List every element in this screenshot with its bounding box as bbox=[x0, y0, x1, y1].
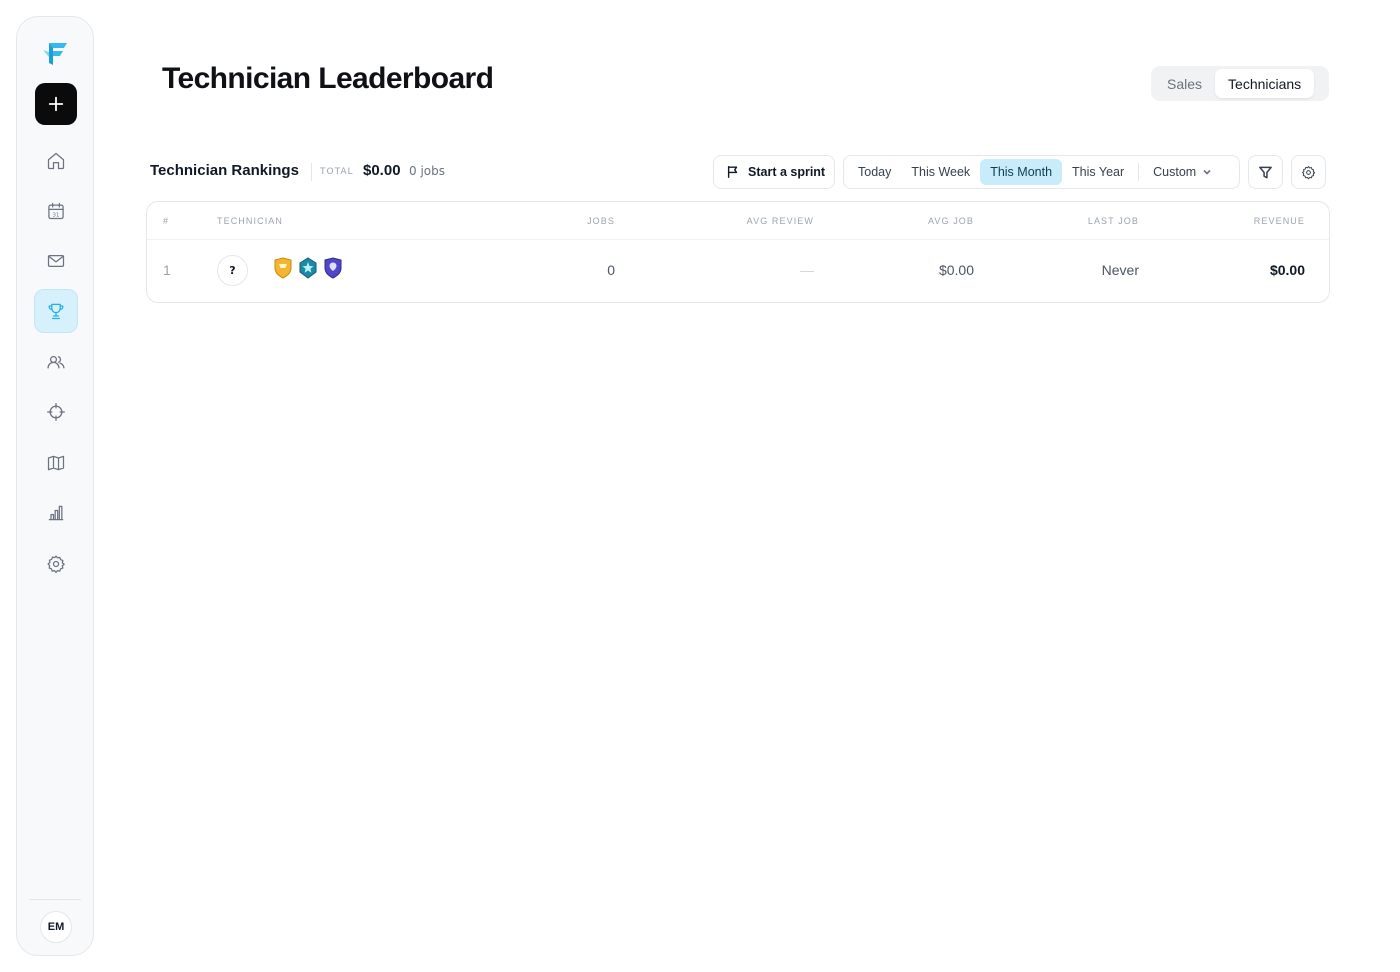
tab-technicians[interactable]: Technicians bbox=[1215, 69, 1315, 98]
column-jobs[interactable]: JOBS bbox=[587, 216, 615, 226]
sidebar-item-reports[interactable] bbox=[34, 491, 78, 535]
title-divider bbox=[311, 163, 312, 181]
sidebar-item-calendar[interactable]: 31 bbox=[34, 189, 78, 233]
total-value: $0.00 bbox=[363, 162, 401, 179]
column-last-job[interactable]: LAST JOB bbox=[1088, 216, 1139, 226]
section-title: Technician Rankings bbox=[150, 162, 299, 179]
row-jobs: 0 bbox=[607, 262, 615, 278]
page-title: Technician Leaderboard bbox=[162, 62, 494, 95]
range-this-month[interactable]: This Month bbox=[980, 159, 1063, 185]
new-button[interactable] bbox=[35, 83, 77, 125]
gold-shield-badge-icon bbox=[274, 257, 292, 279]
tab-sales[interactable]: Sales bbox=[1154, 69, 1215, 98]
total-jobs: 0 jobs bbox=[409, 164, 445, 178]
range-this-week[interactable]: This Week bbox=[901, 159, 980, 185]
users-icon bbox=[47, 355, 65, 369]
app-logo[interactable] bbox=[40, 37, 72, 69]
flag-icon bbox=[727, 166, 738, 178]
gear-icon bbox=[1302, 165, 1316, 179]
row-revenue: $0.00 bbox=[1269, 262, 1305, 278]
sidebar: 31 EM bbox=[16, 16, 94, 956]
rankings-table: # TECHNICIAN JOBS AVG REVIEW AVG JOB LAS… bbox=[146, 201, 1330, 303]
total-label: TOTAL bbox=[320, 167, 354, 177]
column-avg-review[interactable]: AVG REVIEW bbox=[747, 216, 814, 226]
bar-chart-icon bbox=[48, 505, 64, 521]
sidebar-divider bbox=[29, 899, 81, 900]
leaderboard-type-toggle: Sales Technicians bbox=[1151, 66, 1329, 101]
row-rank: 1 bbox=[163, 262, 171, 278]
sidebar-item-inbox[interactable] bbox=[34, 239, 78, 283]
technician-avatar[interactable]: ? bbox=[217, 255, 248, 286]
column-avg-job[interactable]: AVG JOB bbox=[928, 216, 974, 226]
plus-icon bbox=[48, 96, 64, 112]
column-rank[interactable]: # bbox=[163, 216, 169, 226]
leaderboard-settings-button[interactable] bbox=[1291, 155, 1326, 189]
row-avg-job: $0.00 bbox=[938, 262, 974, 278]
sidebar-item-home[interactable] bbox=[34, 139, 78, 183]
map-icon bbox=[47, 455, 65, 471]
filter-button[interactable] bbox=[1248, 155, 1283, 189]
column-technician[interactable]: TECHNICIAN bbox=[217, 216, 283, 226]
column-revenue[interactable]: REVENUE bbox=[1254, 216, 1305, 226]
range-custom-label: Custom bbox=[1153, 165, 1197, 179]
sidebar-item-dispatch[interactable] bbox=[34, 390, 78, 434]
row-avg-review: — bbox=[800, 262, 814, 278]
range-divider bbox=[1138, 163, 1140, 181]
sidebar-item-settings[interactable] bbox=[34, 542, 78, 586]
range-this-year[interactable]: This Year bbox=[1062, 159, 1134, 185]
svg-text:31: 31 bbox=[53, 212, 60, 218]
trophy-icon bbox=[48, 303, 64, 320]
sidebar-item-leaderboard[interactable] bbox=[34, 289, 78, 333]
chevron-down-icon bbox=[1203, 169, 1211, 175]
table-header: # TECHNICIAN JOBS AVG REVIEW AVG JOB LAS… bbox=[147, 202, 1329, 240]
range-today[interactable]: Today bbox=[848, 159, 901, 185]
sidebar-item-customers[interactable] bbox=[34, 340, 78, 384]
teal-gem-badge-icon bbox=[299, 257, 317, 279]
home-icon bbox=[47, 152, 65, 170]
row-last-job: Never bbox=[1101, 262, 1139, 278]
sidebar-item-map[interactable] bbox=[34, 441, 78, 485]
start-sprint-label: Start a sprint bbox=[748, 165, 826, 179]
range-custom-dropdown[interactable]: Custom bbox=[1143, 159, 1222, 185]
user-avatar[interactable]: EM bbox=[40, 911, 72, 943]
mail-icon bbox=[47, 254, 65, 268]
gear-icon bbox=[47, 555, 65, 574]
crosshair-icon bbox=[47, 403, 65, 421]
indigo-shield-badge-icon bbox=[324, 257, 342, 279]
start-sprint-button[interactable]: Start a sprint bbox=[713, 155, 835, 189]
calendar-icon: 31 bbox=[48, 202, 64, 220]
date-range-selector: Today This Week This Month This Year Cus… bbox=[843, 155, 1240, 189]
filter-icon bbox=[1259, 166, 1272, 178]
